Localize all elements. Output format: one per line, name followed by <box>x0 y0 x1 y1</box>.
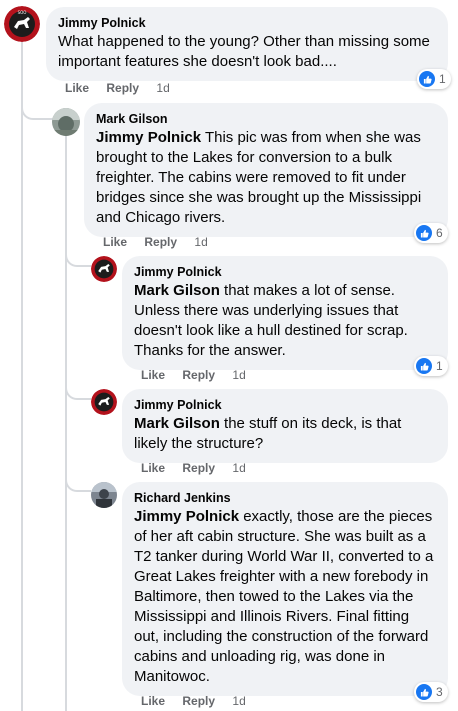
comment-text: Jimmy Polnick This pic was from when she… <box>96 128 436 228</box>
reaction-count[interactable]: 1 <box>414 356 448 376</box>
comment-text: Jimmy Polnick exactly, those are the pie… <box>134 507 436 687</box>
reply-button[interactable]: Reply <box>144 235 177 249</box>
reaction-number: 3 <box>436 685 443 699</box>
avatar[interactable] <box>91 256 117 282</box>
avatar[interactable] <box>91 389 117 415</box>
reaction-number: 6 <box>436 226 443 240</box>
author-name[interactable]: Jimmy Polnick <box>134 264 436 280</box>
comment-actions: Like Reply 1d <box>141 694 260 708</box>
like-button[interactable]: Like <box>65 81 89 95</box>
profile-photo-icon <box>91 482 117 508</box>
like-button[interactable]: Like <box>103 235 127 249</box>
comment-actions: Like Reply 1d <box>65 81 184 95</box>
like-reaction-icon <box>416 225 432 241</box>
soo-greyhounds-logo-icon <box>91 389 117 415</box>
timestamp[interactable]: 1d <box>232 694 245 708</box>
author-name[interactable]: Jimmy Polnick <box>58 15 436 31</box>
soo-greyhounds-logo-icon <box>91 256 117 282</box>
mention-link[interactable]: Jimmy Polnick <box>96 129 201 146</box>
timestamp[interactable]: 1d <box>156 81 169 95</box>
like-reaction-icon <box>416 358 432 374</box>
comment-actions: Like Reply 1d <box>141 461 260 475</box>
author-name[interactable]: Jimmy Polnick <box>134 397 436 413</box>
reply-button[interactable]: Reply <box>182 368 215 382</box>
timestamp[interactable]: 1d <box>232 368 245 382</box>
comment-bubble: Jimmy Polnick Mark Gilson the stuff on i… <box>122 389 448 463</box>
like-button[interactable]: Like <box>141 368 165 382</box>
reaction-count[interactable]: 3 <box>414 682 448 702</box>
svg-text:SOO: SOO <box>18 10 27 15</box>
thread-curve-richard <box>65 470 91 492</box>
author-name[interactable]: Mark Gilson <box>96 111 436 127</box>
thread-line-reply <box>65 135 67 711</box>
thread-curve-mark <box>21 90 53 120</box>
landscape-photo-icon <box>52 108 80 136</box>
thread-line-root <box>21 40 23 711</box>
comment-text: Mark Gilson that makes a lot of sense. U… <box>134 281 436 361</box>
comment-actions: Like Reply 1d <box>141 368 260 382</box>
reply-button[interactable]: Reply <box>182 461 215 475</box>
mention-link[interactable]: Mark Gilson <box>134 282 220 299</box>
comment-text: Mark Gilson the stuff on its deck, is th… <box>134 414 436 454</box>
comment-bubble: Jimmy Polnick What happened to the young… <box>46 7 448 81</box>
like-reaction-icon <box>419 71 435 87</box>
comment-bubble: Richard Jenkins Jimmy Polnick exactly, t… <box>122 482 448 696</box>
comment-bubble: Jimmy Polnick Mark Gilson that makes a l… <box>122 256 448 370</box>
mention-link[interactable]: Jimmy Polnick <box>134 508 239 525</box>
avatar[interactable]: SOO <box>4 6 40 42</box>
timestamp[interactable]: 1d <box>194 235 207 249</box>
like-button[interactable]: Like <box>141 461 165 475</box>
reaction-count[interactable]: 6 <box>414 223 448 243</box>
author-name[interactable]: Richard Jenkins <box>134 490 436 506</box>
reaction-count[interactable]: 1 <box>417 69 451 89</box>
comment-text: What happened to the young? Other than m… <box>58 33 430 70</box>
mention-link[interactable]: Mark Gilson <box>134 415 220 432</box>
avatar[interactable] <box>52 108 80 136</box>
thread-curve-jimmy-2 <box>65 245 91 267</box>
avatar[interactable] <box>91 482 117 508</box>
comment-body: exactly, those are the pieces of her aft… <box>134 508 434 685</box>
reply-button[interactable]: Reply <box>182 694 215 708</box>
soo-greyhounds-logo-icon: SOO <box>4 6 40 42</box>
reply-button[interactable]: Reply <box>106 81 139 95</box>
timestamp[interactable]: 1d <box>232 461 245 475</box>
like-reaction-icon <box>416 684 432 700</box>
comment-bubble: Mark Gilson Jimmy Polnick This pic was f… <box>84 103 448 237</box>
thread-curve-jimmy-3 <box>65 378 91 400</box>
reaction-number: 1 <box>436 359 443 373</box>
like-button[interactable]: Like <box>141 694 165 708</box>
reaction-number: 1 <box>439 72 446 86</box>
comment-actions: Like Reply 1d <box>103 235 222 249</box>
